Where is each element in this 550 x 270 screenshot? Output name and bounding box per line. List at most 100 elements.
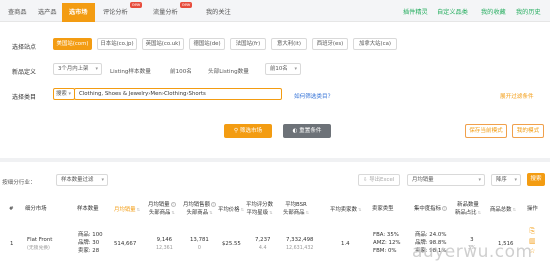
row-avg-rating: 4.4 [258,246,267,251]
head-listing-label: 头部Listing数量 [208,69,249,75]
order-value: 降序 [496,177,507,183]
row-seller-amz: AMZ: 12% [373,240,401,246]
sort-by-value: 月均销量 [412,177,434,183]
top-navigation: 查商品 选产品 选市场 评论分析 new 流量分析 new 我的关注 插件精灵 … [0,0,550,22]
row-market-cell[interactable]: Flat Front (无锁兑换) [27,236,52,253]
info-icon: ? [441,206,447,211]
col-header-avg-sellers[interactable]: 平均卖家数⇅ [330,206,361,214]
tab-select-market[interactable]: 选市场 [62,3,95,22]
listing-count-label: Listing样本数量 [110,69,151,75]
info-icon: ? [210,202,216,207]
col-header-actions: 操作 [527,206,538,212]
site-chip-es[interactable]: 西班牙(es) [312,38,348,50]
category-search-type[interactable]: 搜索 ▾ [53,88,75,100]
chevron-down-icon: ▾ [478,177,481,183]
col-header-index: # [9,206,14,212]
head-listing-select[interactable]: 前10名 ▾ [265,63,301,75]
tab-review-analysis[interactable]: 评论分析 new [103,2,143,16]
col-header-new-products[interactable]: 新品数量 新品占比⇅ [455,202,481,217]
subindustry-filter-label: 按细分行业： [2,180,36,186]
expand-filters-link[interactable]: 展开过滤条件 [500,92,534,100]
sort-icon: ⇅ [171,210,175,215]
tab-my-follows[interactable]: 我的关注 [206,7,231,16]
tab-search-products[interactable]: 查商品 [8,7,27,16]
sort-by-select[interactable]: 月均销量 ▾ [407,174,485,186]
row-market-name[interactable]: Flat Front [27,237,52,243]
site-chip-de[interactable]: 德国站(de) [189,38,225,50]
chevron-down-icon: ▾ [514,177,517,183]
col-header-concentration-label: 集中度指标 [414,206,441,212]
site-chip-fr[interactable]: 法国站(fr) [230,38,266,50]
site-chip-jp[interactable]: 日本站(co.jp) [97,38,137,50]
col-header-head-revenue[interactable]: 月均销售额? 头部商品⇅ [183,202,216,217]
section-divider [0,158,550,162]
definition-label: 新品定义 [12,69,37,76]
definition-select[interactable]: 3个月内上架 ▾ [53,63,102,75]
site-chip-us[interactable]: 美国站(com) [53,38,92,50]
export-excel-label: 导出Excel [369,177,395,183]
link-custom-category[interactable]: 自定义品类 [437,7,468,16]
sort-icon: ⇅ [305,210,309,215]
category-help-link[interactable]: 如何筛选类目？ [294,92,333,100]
col-header-total-label: 商品总数 [490,207,512,213]
new-badge: new [130,2,143,8]
sort-icon: ⇅ [357,207,362,212]
save-template-button[interactable]: 保存当前模式 [465,124,507,138]
row-samples-brands: 品牌: 30 [78,240,100,246]
tab-select-products[interactable]: 选产品 [38,7,57,16]
link-my-history[interactable]: 我的历史 [516,7,541,16]
export-excel-button[interactable]: ⇩ 导出Excel [358,174,400,186]
sort-icon: ⇅ [136,207,140,212]
col-header-avg-bsr[interactable]: 平均BSR 头部商品⇅ [283,202,309,217]
row-head-revenue-value: 13,781 [190,237,209,243]
category-search-type-value: 搜索 [56,91,67,97]
site-chip-uk[interactable]: 英国站(co.uk) [142,38,184,50]
col-header-avg-reviews[interactable]: 平均评分数 平均星级⇅ [246,202,273,217]
row-head-revenue: 13,781 0 [190,236,209,253]
sort-icon: ⇅ [477,210,481,215]
col-header-seller-types: 卖家类型 [372,206,394,212]
row-avg-reviews: 7,237 4.4 [255,236,270,253]
col-header-monthly-sales[interactable]: 月均销量⇅ [114,206,140,214]
row-concentration-products: 商品: 24.0% [415,232,447,238]
link-my-favorites[interactable]: 我的收藏 [481,7,506,16]
site-chip-ca[interactable]: 加拿大站(ca) [353,38,397,50]
row-seller-fbm: FBM: 0% [373,248,397,254]
row-avg-bsr-value: 7,332,498 [286,237,314,243]
sort-icon: ⇅ [269,210,273,215]
tab-review-analysis-label: 评论分析 [103,9,128,16]
site-chip-it[interactable]: 意大利(it) [271,38,307,50]
tab-traffic-analysis[interactable]: 流量分析 new [153,2,193,16]
chevron-down-icon: ▾ [95,66,98,72]
col-header-avg-price[interactable]: 平均价格⇅ [218,206,244,214]
order-select[interactable]: 降序 ▾ [491,174,521,186]
my-template-button[interactable]: 我的模式 [512,124,544,138]
row-index: 1 [10,241,14,247]
col-header-market: 细分市场 [25,206,47,212]
search-button[interactable]: 搜索 [527,173,545,186]
filter-market-button[interactable]: ⚲ 筛选市场 [224,124,272,138]
subindustry-filter-value: 样本数量过滤 [61,177,94,183]
col-header-total[interactable]: 商品总数⇅ [490,206,516,214]
row-seller-types: FBA: 35% AMZ: 12% FBM: 0% [373,231,401,255]
tab-traffic-analysis-label: 流量分析 [153,9,178,16]
info-icon: ? [170,202,176,207]
copy-icon[interactable]: ⎘ [530,227,536,235]
link-plugin[interactable]: 插件精灵 [403,7,428,16]
row-head-sales-value: 9,146 [156,237,173,243]
category-input[interactable]: Clothing, Shoes & Jewelry›Men›Clothing›S… [74,88,282,100]
subindustry-filter-select[interactable]: 样本数量过滤 ▾ [56,174,108,186]
row-samples-sellers: 卖家: 28 [78,248,100,254]
row-avg-sellers: 1.4 [341,241,350,247]
reset-button[interactable]: ◐ 重置条件 [283,124,331,138]
sort-icon: ⇅ [209,210,213,215]
row-avg-bsr: 7,332,498 12,631,432 [286,236,313,253]
row-seller-fba: FBA: 35% [373,232,399,238]
chevron-down-icon: ▾ [101,177,104,183]
listing-count-value[interactable]: 前100名 [170,67,192,75]
row-monthly-sales: 514,667 [114,241,137,247]
sort-icon: ⇅ [512,207,516,212]
row-samples: 商品: 100 品牌: 30 卖家: 28 [78,231,103,255]
col-header-head-sales[interactable]: 月均销量? 头部商品⇅ [148,202,176,217]
col-header-monthly-sales-label: 月均销量 [114,207,136,213]
